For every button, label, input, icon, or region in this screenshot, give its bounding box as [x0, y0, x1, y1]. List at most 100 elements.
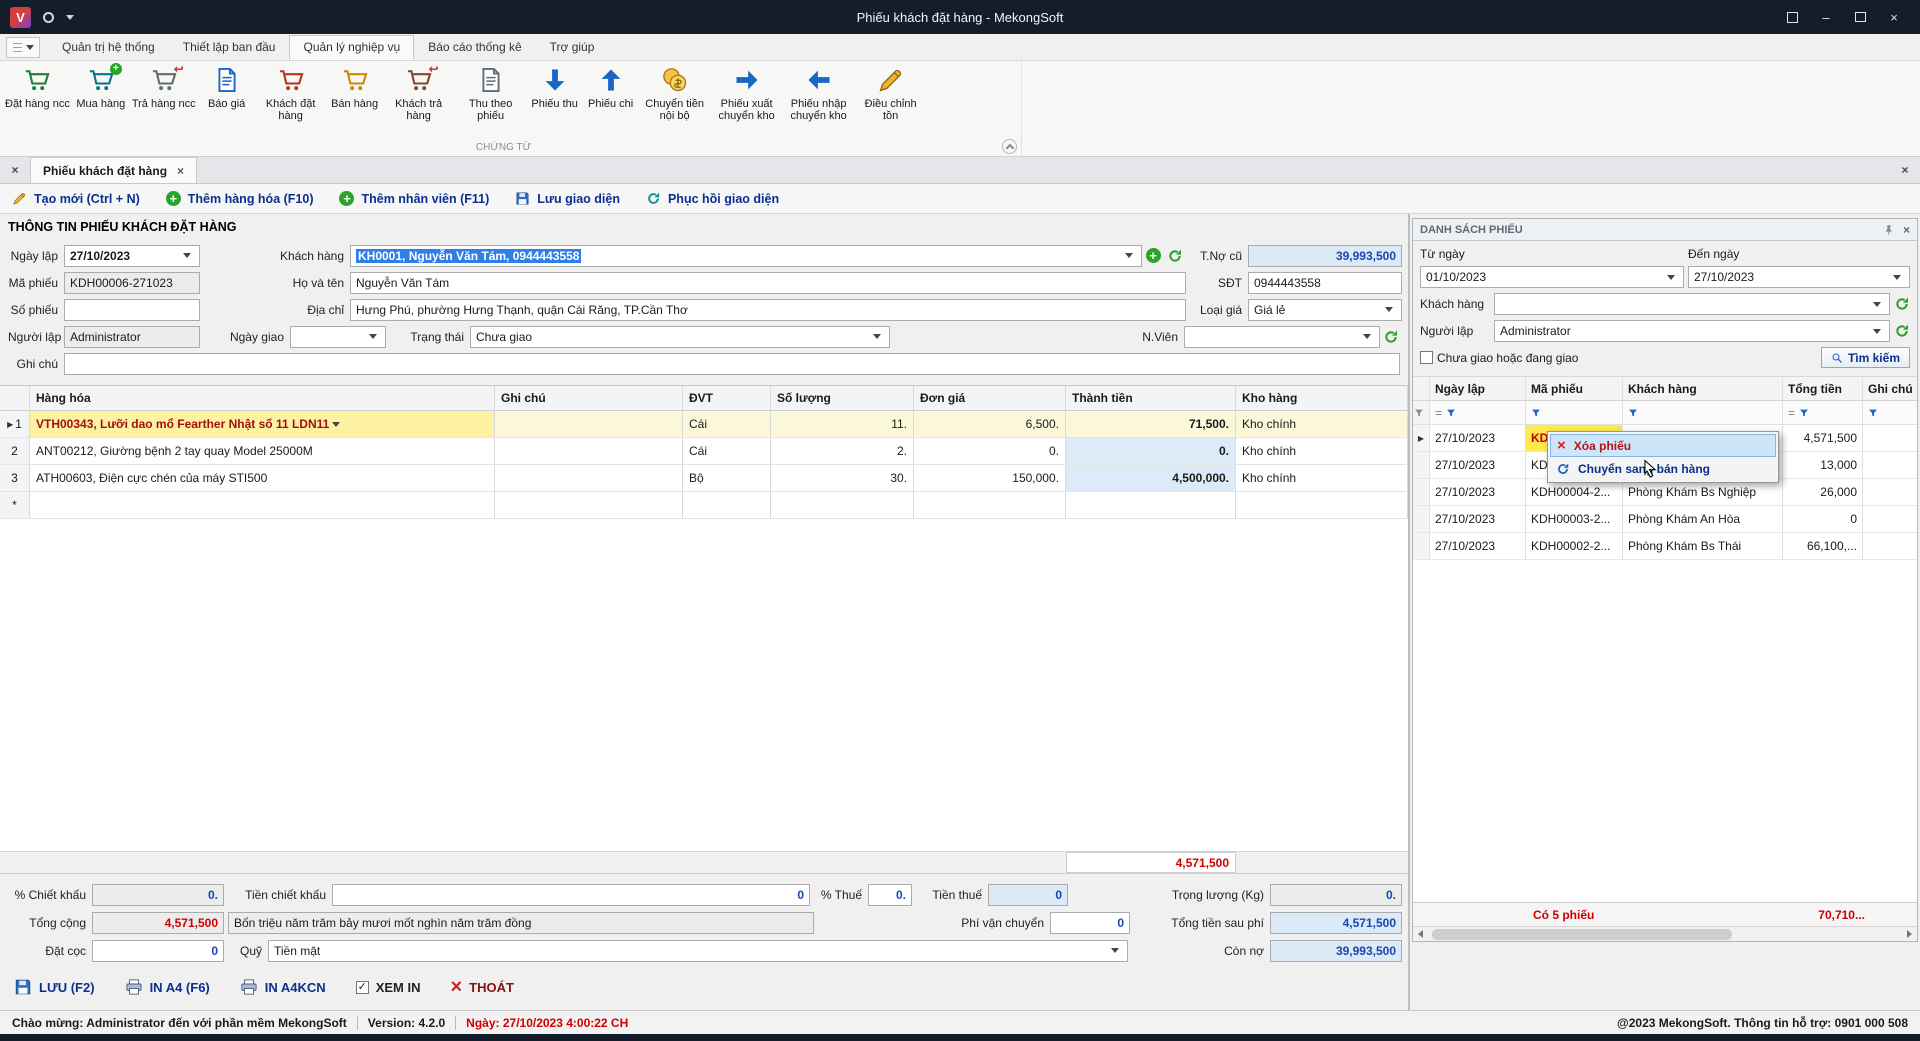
- cell-ghi-chu[interactable]: [495, 465, 683, 491]
- filter-khach-hang[interactable]: [1623, 401, 1783, 424]
- ngay-lap-field[interactable]: 27/10/2023: [64, 245, 200, 267]
- tien-chiet-khau-field[interactable]: 0: [332, 884, 810, 906]
- cell-kho[interactable]: Kho chính: [1236, 465, 1408, 491]
- cell-kho[interactable]: [1236, 492, 1408, 518]
- col-thanh-tien[interactable]: Thành tiền: [1066, 386, 1236, 410]
- cell-hang-hoa[interactable]: ANT00212, Giường bệnh 2 tay quay Model 2…: [30, 438, 495, 464]
- dropdown-icon[interactable]: [329, 411, 343, 437]
- record-circle-icon[interactable]: [43, 12, 54, 23]
- dropdown-icon[interactable]: [870, 327, 884, 347]
- dat-coc-field[interactable]: 0: [92, 940, 224, 962]
- panel-khach-hang-field[interactable]: [1494, 293, 1890, 315]
- ho-ten-field[interactable]: Nguyễn Văn Tám: [350, 272, 1186, 294]
- col-ghi-chu[interactable]: Ghi chú: [495, 386, 683, 410]
- trang-thai-field[interactable]: Chưa giao: [470, 326, 890, 348]
- dropdown-icon[interactable]: [1382, 300, 1396, 320]
- sdt-field[interactable]: 0944443558: [1248, 272, 1402, 294]
- dropdown-icon[interactable]: [1108, 941, 1122, 961]
- quy-field[interactable]: Tiền mặt: [268, 940, 1128, 962]
- ribbon-item-phieu-thu[interactable]: Phiếu thu: [527, 64, 583, 138]
- them-nhan-vien-button[interactable]: + Thêm nhân viên (F11): [339, 191, 489, 206]
- dropdown-icon[interactable]: [1664, 267, 1678, 287]
- refresh-customer-button[interactable]: [1164, 245, 1186, 267]
- cell-so-luong[interactable]: 2.: [771, 438, 914, 464]
- scroll-left-button[interactable]: [1413, 927, 1428, 942]
- new-item-row[interactable]: *: [0, 492, 1408, 519]
- ribbon-item-thu-theo-phieu[interactable]: Thu theo phiếu: [455, 64, 527, 138]
- window-minimize-button[interactable]: –: [1810, 5, 1842, 29]
- ribbon-item-chuyen-tien-noi-bo[interactable]: Chuyển tiền nội bộ: [639, 64, 711, 138]
- ribbon-item-khach-tra-hang[interactable]: ↩ Khách trả hàng: [383, 64, 455, 138]
- ngay-giao-field[interactable]: [290, 326, 386, 348]
- document-tab-close-icon[interactable]: ×: [177, 164, 184, 178]
- ghi-chu-field[interactable]: [64, 353, 1400, 375]
- phieu-row-5[interactable]: 27/10/2023 KDH00002-2... Phòng Khám Bs T…: [1413, 533, 1917, 560]
- doctab-close-left-button[interactable]: ×: [0, 157, 30, 183]
- den-ngay-field[interactable]: 27/10/2023: [1688, 266, 1910, 288]
- col-so-luong[interactable]: Số lượng: [771, 386, 914, 410]
- dropdown-icon[interactable]: [1870, 321, 1884, 341]
- scrollbar-track[interactable]: [1428, 927, 1902, 941]
- col-khach-hang[interactable]: Khách hàng: [1623, 377, 1783, 400]
- ribbon-item-dieu-chinh-ton[interactable]: Điều chỉnh tồn: [855, 64, 927, 138]
- col-dvt[interactable]: ĐVT: [683, 386, 771, 410]
- window-close-button[interactable]: ×: [1878, 5, 1910, 29]
- thoat-button[interactable]: × THOÁT: [450, 977, 513, 997]
- cell-don-gia[interactable]: 150,000.: [914, 465, 1066, 491]
- col-hang-hoa[interactable]: Hàng hóa: [30, 386, 495, 410]
- filter-ghi-chu[interactable]: [1863, 401, 1917, 424]
- dropdown-icon[interactable]: [1890, 267, 1904, 287]
- cell-kho[interactable]: Kho chính: [1236, 411, 1408, 437]
- chua-giao-checkbox[interactable]: [1420, 351, 1433, 364]
- ribbon-item-ban-hang[interactable]: Bán hàng: [327, 64, 383, 138]
- cell-ghi-chu[interactable]: [495, 438, 683, 464]
- horizontal-scrollbar[interactable]: [1413, 926, 1917, 941]
- filter-ma-phieu[interactable]: [1526, 401, 1623, 424]
- tab-thiet-lap-ban-dau[interactable]: Thiết lập ban đầu: [169, 35, 290, 60]
- phieu-row-3[interactable]: 27/10/2023 KDH00004-2... Phòng Khám Bs N…: [1413, 479, 1917, 506]
- app-logo-icon[interactable]: V: [10, 7, 31, 28]
- cell-dvt[interactable]: Bộ: [683, 465, 771, 491]
- ribbon-item-phieu-nhap-chuyen-kho[interactable]: Phiếu nhập chuyển kho: [783, 64, 855, 138]
- ribbon-collapse-button[interactable]: [1002, 139, 1017, 154]
- cell-so-luong[interactable]: [771, 492, 914, 518]
- cell-hang-hoa[interactable]: [30, 492, 495, 518]
- dropdown-icon[interactable]: [180, 246, 194, 266]
- dia-chi-field[interactable]: Hưng Phú, phường Hưng Thạnh, quận Cái Ră…: [350, 299, 1186, 321]
- cell-dvt[interactable]: Cái: [683, 438, 771, 464]
- window-maximize-button[interactable]: [1844, 5, 1876, 29]
- quick-access-caret-icon[interactable]: [66, 15, 74, 20]
- trong-luong-field[interactable]: 0.: [1270, 884, 1402, 906]
- panel-close-icon[interactable]: ×: [1903, 223, 1910, 237]
- ribbon-item-tra-hang-ncc[interactable]: ↩ Trả hàng ncc: [129, 64, 199, 138]
- cell-dvt[interactable]: Cái: [683, 411, 771, 437]
- tu-ngay-field[interactable]: 01/10/2023: [1420, 266, 1684, 288]
- item-row-2[interactable]: 2 ANT00212, Giường bệnh 2 tay quay Model…: [0, 438, 1408, 465]
- in-a4-button[interactable]: IN A4 (F6): [125, 978, 210, 996]
- in-a4kcn-button[interactable]: IN A4KCN: [240, 978, 326, 996]
- scrollbar-thumb[interactable]: [1432, 929, 1732, 940]
- cell-ghi-chu[interactable]: [495, 492, 683, 518]
- add-customer-button[interactable]: +: [1142, 245, 1164, 267]
- n-vien-field[interactable]: [1184, 326, 1380, 348]
- cell-hang-hoa[interactable]: ATH00603, Điện cực chén của máy STI500: [30, 465, 495, 491]
- col-ghi-chu[interactable]: Ghi chú: [1863, 377, 1917, 400]
- loai-gia-field[interactable]: Giá lẻ: [1248, 299, 1402, 321]
- panel-nguoi-lap-field[interactable]: Administrator: [1494, 320, 1890, 342]
- refresh-icon[interactable]: [1894, 323, 1910, 339]
- item-row-3[interactable]: 3 ATH00603, Điện cực chén của máy STI500…: [0, 465, 1408, 492]
- cell-ghi-chu[interactable]: [495, 411, 683, 437]
- ribbon-item-bao-gia[interactable]: Báo giá: [199, 64, 255, 138]
- luu-giao-dien-button[interactable]: Lưu giao diện: [515, 191, 620, 206]
- luu-button[interactable]: LƯU (F2): [14, 978, 95, 996]
- checkbox-checked-icon[interactable]: ✓: [356, 981, 369, 994]
- dropdown-icon[interactable]: [1870, 294, 1884, 314]
- item-row-1[interactable]: ▶ 1 VTH00343, Lưỡi dao mổ Fearther Nhật …: [0, 411, 1408, 438]
- col-don-gia[interactable]: Đơn giá: [914, 386, 1066, 410]
- cell-so-luong[interactable]: 11.: [771, 411, 914, 437]
- phuc-hoi-giao-dien-button[interactable]: Phục hồi giao diện: [646, 191, 779, 206]
- window-expand-button[interactable]: [1776, 5, 1808, 29]
- tao-moi-button[interactable]: Tạo mới (Ctrl + N): [12, 191, 140, 206]
- filter-ngay-lap[interactable]: =: [1430, 401, 1526, 424]
- context-menu-item-chuyen-sang-ban-hang[interactable]: Chuyển sang bán hàng: [1550, 457, 1776, 480]
